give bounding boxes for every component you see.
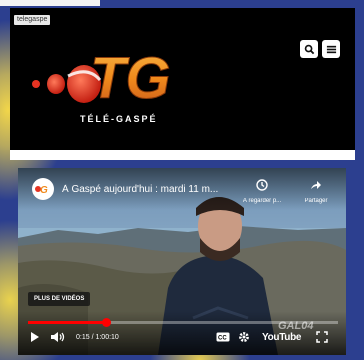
video-player[interactable]: G À Gaspé aujourd'hui : mardi 11 m... À … (18, 168, 346, 355)
share-label: Partager (304, 198, 328, 204)
tele-gaspe-logo[interactable]: TG TÉLÉ-GASPÉ (28, 36, 218, 136)
progress-thumb[interactable] (101, 318, 111, 327)
fullscreen-button[interactable] (316, 328, 328, 346)
play-button[interactable] (30, 328, 40, 346)
search-button[interactable] (300, 40, 318, 58)
menu-icon (326, 45, 336, 53)
fullscreen-icon (316, 331, 328, 343)
search-icon (304, 44, 314, 54)
captions-icon: CC (216, 332, 230, 342)
volume-icon (51, 332, 65, 342)
progress-bar[interactable] (28, 318, 338, 327)
play-icon (31, 332, 39, 342)
gear-icon (239, 332, 249, 342)
clock-icon (256, 179, 268, 191)
watch-later-label: À regarder p... (242, 198, 282, 204)
site-header: telegaspe TG TÉLÉ-GASPÉ (10, 8, 355, 150)
logo-dot (32, 80, 40, 88)
youtube-logo[interactable]: YouTube (262, 328, 302, 346)
volume-button[interactable] (50, 328, 66, 346)
captions-button[interactable]: CC (216, 328, 230, 346)
channel-avatar[interactable]: G (32, 178, 54, 200)
more-videos-button[interactable]: PLUS DE VIDÉOS (28, 292, 91, 306)
share-icon (311, 181, 321, 189)
watch-later-button[interactable]: À regarder p... (240, 178, 284, 204)
svg-text:CC: CC (218, 336, 227, 342)
top-strip (0, 0, 100, 6)
video-title[interactable]: À Gaspé aujourd'hui : mardi 11 m... (62, 184, 247, 195)
time-display: 0:15 / 1:00:10 (76, 333, 119, 341)
logo-wordmark: TÉLÉ-GASPÉ (80, 114, 158, 124)
settings-button[interactable] (238, 328, 250, 346)
content-gap (10, 150, 355, 160)
progress-fill (28, 321, 106, 324)
share-button[interactable]: Partager (294, 178, 338, 204)
site-tag: telegaspe (14, 15, 51, 25)
svg-text:G: G (40, 185, 48, 196)
menu-button[interactable] (322, 40, 340, 58)
logo-ball-small (47, 74, 65, 94)
channel-logo-icon: G (35, 185, 48, 196)
logo-letters: TG (90, 46, 171, 111)
